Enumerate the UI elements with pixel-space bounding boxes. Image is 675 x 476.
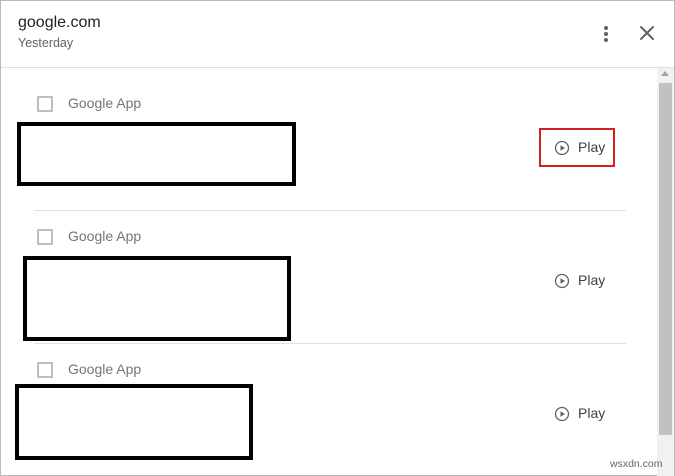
play-button[interactable]: Play bbox=[542, 263, 612, 297]
app-label: Google App bbox=[68, 95, 142, 111]
scrollbar-thumb[interactable] bbox=[659, 83, 672, 435]
app-label: Google App bbox=[68, 228, 142, 244]
more-vert-icon[interactable] bbox=[598, 23, 614, 45]
list-item: Google App Play bbox=[1, 201, 657, 341]
site-title: google.com bbox=[18, 14, 101, 31]
redacted-content bbox=[17, 122, 296, 186]
entry-checkbox[interactable] bbox=[37, 96, 53, 112]
scroll-up-arrow-icon[interactable] bbox=[661, 71, 669, 76]
play-circle-icon bbox=[554, 273, 570, 289]
activity-dialog: google.com Yesterday Google App Play Goo… bbox=[0, 0, 675, 476]
play-label: Play bbox=[578, 405, 606, 421]
play-circle-icon bbox=[554, 406, 570, 422]
entry-checkbox[interactable] bbox=[37, 362, 53, 378]
watermark: wsxdn.com bbox=[610, 458, 663, 470]
app-label: Google App bbox=[68, 361, 142, 377]
close-icon[interactable] bbox=[635, 21, 659, 45]
activity-list: Google App Play Google App Play Google A… bbox=[1, 68, 674, 476]
redacted-content bbox=[15, 384, 253, 460]
redacted-content bbox=[23, 256, 291, 341]
play-label: Play bbox=[578, 272, 606, 288]
play-button[interactable]: Play bbox=[542, 396, 612, 430]
vertical-scrollbar[interactable] bbox=[657, 68, 674, 476]
entry-checkbox[interactable] bbox=[37, 229, 53, 245]
list-item: Google App Play bbox=[1, 334, 657, 467]
dialog-header: google.com Yesterday bbox=[1, 1, 674, 68]
date-subtitle: Yesterday bbox=[18, 36, 74, 50]
list-item: Google App Play bbox=[1, 68, 657, 201]
highlight-box bbox=[539, 128, 615, 167]
